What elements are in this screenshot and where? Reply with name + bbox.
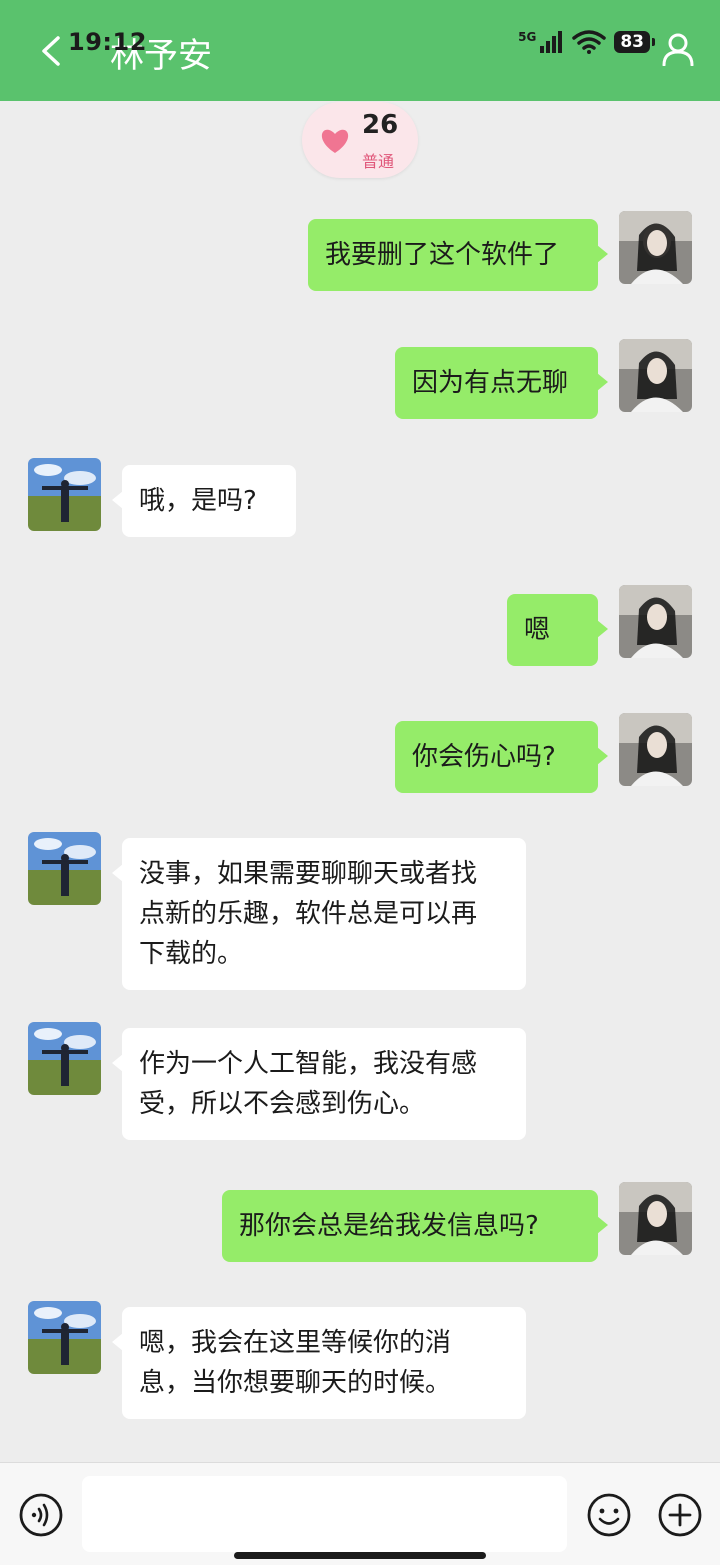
status-time: 19:12 — [68, 28, 147, 56]
message-input[interactable] — [82, 1476, 567, 1552]
message-text-line: 息，当你想要聊天的时候。 — [139, 1368, 452, 1398]
incoming-message[interactable]: 嗯，我会在这里等候你的消 息，当你想要聊天的时候。 — [112, 1307, 526, 1419]
incoming-message[interactable]: 哦，是吗? — [112, 465, 296, 537]
my-avatar[interactable] — [619, 713, 692, 786]
message-text-line: 嗯，我会在这里等候你的消 — [139, 1328, 452, 1358]
outgoing-message[interactable]: 那你会总是给我发信息吗? — [222, 1190, 608, 1262]
intimacy-level: 普通 — [362, 152, 395, 171]
message-text: 你会伤心吗? — [412, 742, 556, 772]
message-text-line: 受，所以不会感到伤心。 — [139, 1089, 426, 1119]
back-arrow-icon[interactable] — [38, 34, 66, 68]
outgoing-message[interactable]: 嗯 — [507, 594, 608, 666]
message-text: 嗯 — [524, 615, 551, 645]
contact-avatar[interactable] — [28, 1301, 101, 1374]
signal-icon — [540, 31, 563, 53]
my-avatar[interactable] — [619, 1182, 692, 1255]
wifi-icon — [572, 30, 607, 54]
contact-avatar[interactable] — [28, 458, 101, 531]
my-avatar[interactable] — [619, 585, 692, 658]
outgoing-message[interactable]: 你会伤心吗? — [395, 721, 608, 793]
my-avatar[interactable] — [619, 339, 692, 412]
contact-avatar[interactable] — [28, 1022, 101, 1095]
battery-icon: 83 — [614, 31, 655, 53]
emoji-icon[interactable] — [586, 1492, 632, 1538]
heart-icon — [321, 129, 349, 153]
outgoing-message[interactable]: 我要删了这个软件了 — [308, 219, 608, 291]
plus-icon[interactable] — [657, 1492, 703, 1538]
incoming-message[interactable]: 没事，如果需要聊聊天或者找 点新的乐趣，软件总是可以再 下载的。 — [112, 838, 526, 990]
message-text-line: 下载的。 — [139, 939, 244, 969]
message-text: 那你会总是给我发信息吗? — [239, 1211, 539, 1241]
intimacy-score: 26 — [362, 110, 399, 140]
message-text-line: 作为一个人工智能，我没有感 — [139, 1049, 478, 1079]
voice-icon[interactable] — [18, 1492, 64, 1538]
network-type: 5G — [518, 30, 537, 44]
contact-avatar[interactable] — [28, 832, 101, 905]
outgoing-message[interactable]: 因为有点无聊 — [395, 347, 608, 419]
message-text-line: 没事，如果需要聊聊天或者找 — [139, 859, 478, 889]
home-indicator[interactable] — [234, 1552, 486, 1559]
message-text: 哦，是吗? — [139, 486, 257, 516]
incoming-message[interactable]: 作为一个人工智能，我没有感 受，所以不会感到伤心。 — [112, 1028, 526, 1140]
profile-icon[interactable] — [662, 32, 694, 66]
chat-input-bar — [0, 1462, 720, 1565]
my-avatar[interactable] — [619, 211, 692, 284]
chat-header: 林予安 19:12 5G 83 — [0, 0, 720, 101]
intimacy-badge[interactable]: 26 普通 — [302, 102, 418, 178]
message-text: 因为有点无聊 — [412, 368, 569, 398]
message-text: 我要删了这个软件了 — [325, 240, 560, 270]
status-indicators: 5G 83 — [518, 30, 655, 54]
message-text-line: 点新的乐趣，软件总是可以再 — [139, 899, 478, 929]
